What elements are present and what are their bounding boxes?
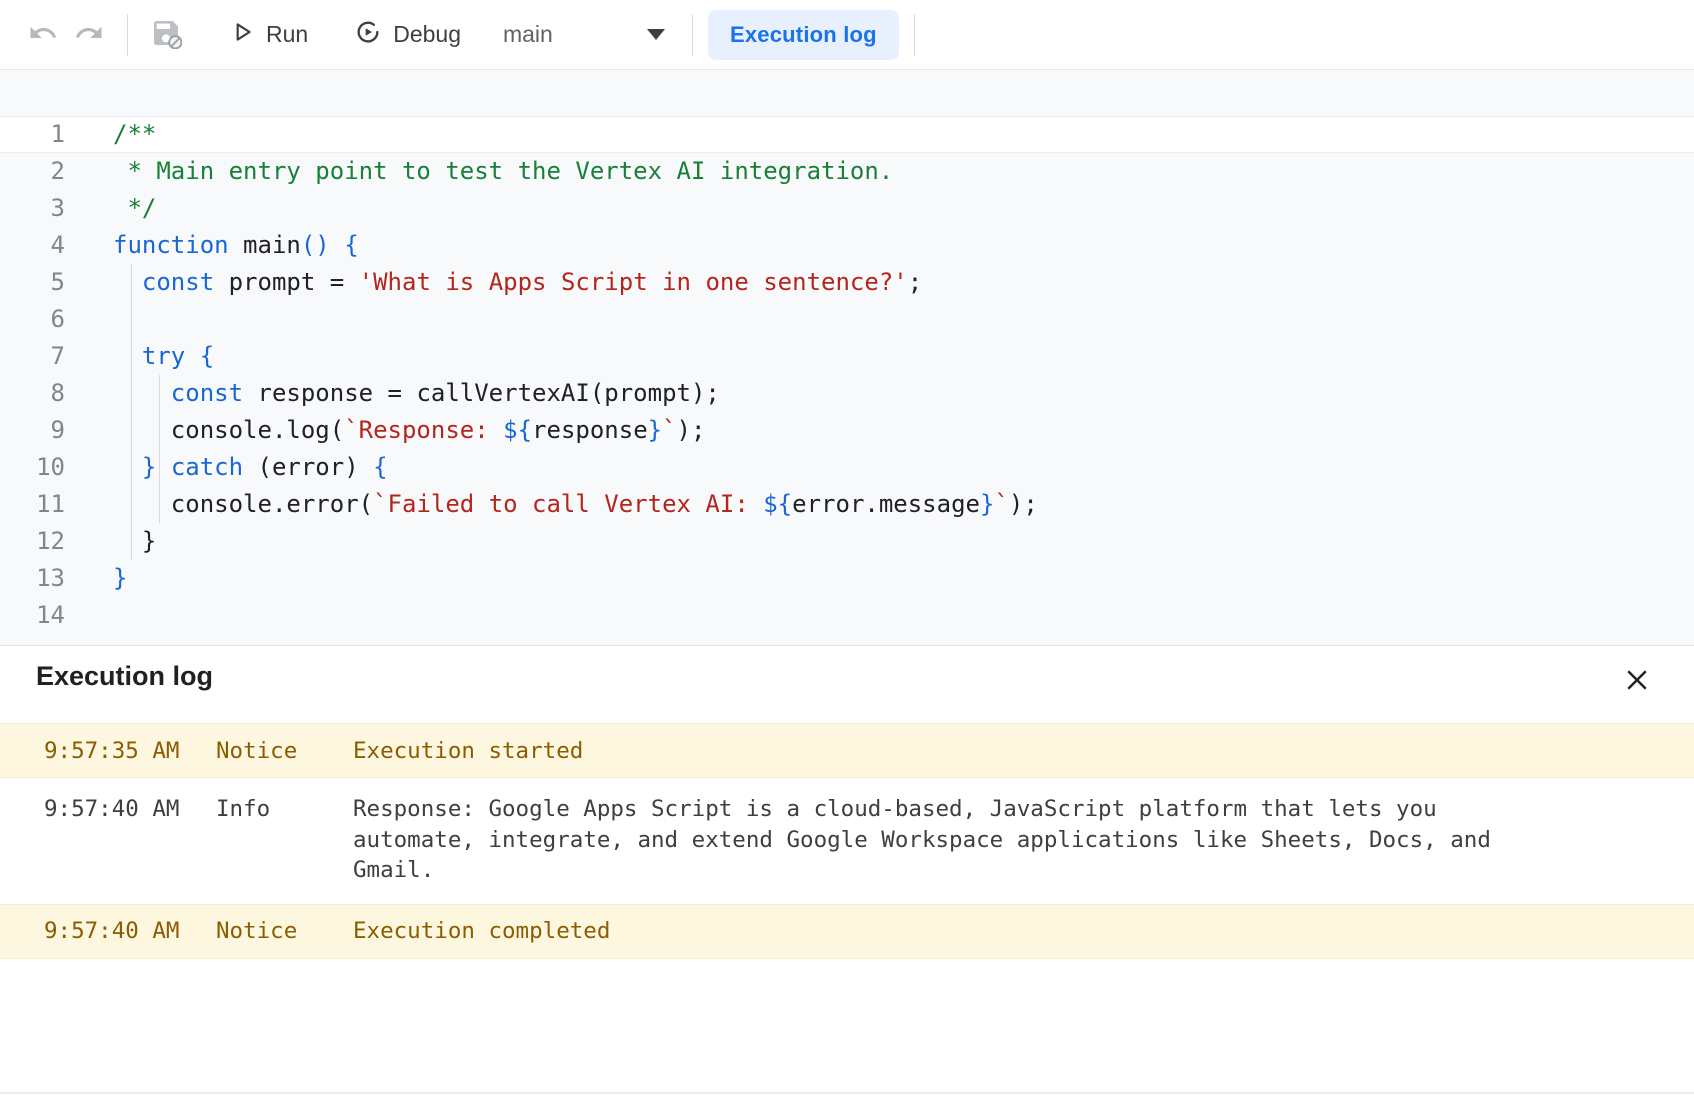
log-message-cell: Execution started bbox=[353, 738, 1654, 764]
redo-icon bbox=[74, 18, 104, 51]
execution-log-panel: Execution log 9:57:35 AMNoticeExecution … bbox=[0, 645, 1694, 1098]
line-number: 7 bbox=[0, 338, 65, 375]
run-button[interactable]: Run bbox=[215, 11, 322, 59]
debug-icon bbox=[354, 18, 382, 52]
log-message: Response: Google Apps Script is a cloud-… bbox=[353, 794, 1503, 886]
code-line[interactable]: 6 bbox=[0, 301, 1694, 338]
code-text: function main() { bbox=[113, 231, 359, 259]
log-message: Execution completed bbox=[353, 918, 1654, 944]
indent-guide bbox=[159, 375, 160, 523]
redo-button[interactable] bbox=[66, 12, 112, 58]
toolbar-divider bbox=[127, 14, 128, 56]
run-button-label: Run bbox=[266, 21, 308, 48]
panel-bottom-edge bbox=[0, 1092, 1694, 1094]
code-line[interactable]: 9 console.log(`Response: ${response}`); bbox=[0, 412, 1694, 449]
code-text: const prompt = 'What is Apps Script in o… bbox=[113, 268, 922, 296]
line-number: 13 bbox=[0, 560, 65, 597]
log-entry: 9:57:35 AMNoticeExecution started bbox=[0, 723, 1694, 778]
toolbar: Run Debug main Execution log bbox=[0, 0, 1694, 70]
execution-log-header: Execution log bbox=[0, 646, 1694, 723]
log-message: Execution started bbox=[353, 738, 1654, 764]
log-time: 9:57:35 AM bbox=[44, 738, 216, 764]
indent-guide bbox=[131, 264, 132, 560]
code-line[interactable]: 7 try { bbox=[0, 338, 1694, 375]
log-type: Info bbox=[216, 794, 353, 825]
code-text: const response = callVertexAI(prompt); bbox=[113, 379, 720, 407]
code-line[interactable]: 11 console.error(`Failed to call Vertex … bbox=[0, 486, 1694, 523]
save-project-button[interactable] bbox=[143, 12, 189, 58]
code-editor[interactable]: 1 /** 2 * Main entry point to test the Ver… bbox=[0, 70, 1694, 645]
code-line[interactable]: 14 bbox=[0, 597, 1694, 634]
log-message-cell: Response: Google Apps Script is a cloud-… bbox=[353, 794, 1654, 886]
log-time: 9:57:40 AM bbox=[44, 918, 216, 944]
code-text: } catch (error) { bbox=[113, 453, 388, 481]
line-number: 9 bbox=[0, 412, 65, 449]
log-type: Notice bbox=[216, 918, 353, 944]
code-line[interactable]: 4 function main() { bbox=[0, 227, 1694, 264]
debug-button[interactable]: Debug bbox=[340, 10, 475, 60]
code-text: try { bbox=[113, 342, 214, 370]
function-selector[interactable]: main bbox=[489, 13, 677, 56]
chevron-down-icon bbox=[647, 29, 665, 40]
line-number: 8 bbox=[0, 375, 65, 412]
apps-script-editor: Run Debug main Execution log 1 /** 2 * Mai… bbox=[0, 0, 1694, 1098]
code-text: * Main entry point to test the Vertex AI… bbox=[113, 157, 893, 185]
play-icon bbox=[229, 19, 255, 51]
undo-icon bbox=[28, 18, 58, 51]
code-line[interactable]: 10 } catch (error) { bbox=[0, 449, 1694, 486]
code-line[interactable]: 12 } bbox=[0, 523, 1694, 560]
line-number: 4 bbox=[0, 227, 65, 264]
code-text: */ bbox=[113, 194, 156, 222]
log-message-cell: Execution completed bbox=[353, 918, 1654, 944]
log-entry: 9:57:40 AMInfoResponse: Google Apps Scri… bbox=[0, 778, 1694, 904]
line-number: 5 bbox=[0, 264, 65, 301]
code-text: console.log(`Response: ${response}`); bbox=[113, 416, 705, 444]
code-text: } bbox=[113, 564, 127, 592]
line-number: 11 bbox=[0, 486, 65, 523]
line-number: 3 bbox=[0, 190, 65, 227]
code-line[interactable]: 13} bbox=[0, 560, 1694, 597]
log-type: Notice bbox=[216, 738, 353, 764]
line-number: 10 bbox=[0, 449, 65, 486]
execution-log-title: Execution log bbox=[36, 661, 213, 692]
code-line[interactable]: 5 const prompt = 'What is Apps Script in… bbox=[0, 264, 1694, 301]
line-number: 1 bbox=[0, 116, 65, 153]
code-text: /** bbox=[113, 120, 156, 148]
code-text: } bbox=[113, 527, 156, 555]
code-area: 1 /** 2 * Main entry point to test the Ver… bbox=[0, 116, 1694, 634]
line-number: 12 bbox=[0, 523, 65, 560]
code-line[interactable]: 2 * Main entry point to test the Vertex … bbox=[0, 153, 1694, 190]
log-entries: 9:57:35 AMNoticeExecution started9:57:40… bbox=[0, 723, 1694, 959]
line-number: 2 bbox=[0, 153, 65, 190]
code-text: console.error(`Failed to call Vertex AI:… bbox=[113, 490, 1038, 518]
line-number: 6 bbox=[0, 301, 65, 338]
save-project-icon bbox=[150, 17, 182, 52]
log-entry: 9:57:40 AMNoticeExecution completed bbox=[0, 904, 1694, 959]
code-line[interactable]: 8 const response = callVertexAI(prompt); bbox=[0, 375, 1694, 412]
log-time: 9:57:40 AM bbox=[44, 794, 216, 825]
line-number: 14 bbox=[0, 597, 65, 634]
toolbar-divider bbox=[914, 14, 915, 56]
code-line[interactable]: 1 /** bbox=[0, 116, 1694, 153]
debug-button-label: Debug bbox=[393, 21, 461, 48]
function-selector-value: main bbox=[503, 21, 553, 48]
code-line[interactable]: 3 */ bbox=[0, 190, 1694, 227]
toolbar-divider bbox=[692, 14, 693, 56]
close-icon[interactable] bbox=[1618, 661, 1656, 702]
execution-log-button[interactable]: Execution log bbox=[708, 10, 899, 60]
undo-button[interactable] bbox=[20, 12, 66, 58]
